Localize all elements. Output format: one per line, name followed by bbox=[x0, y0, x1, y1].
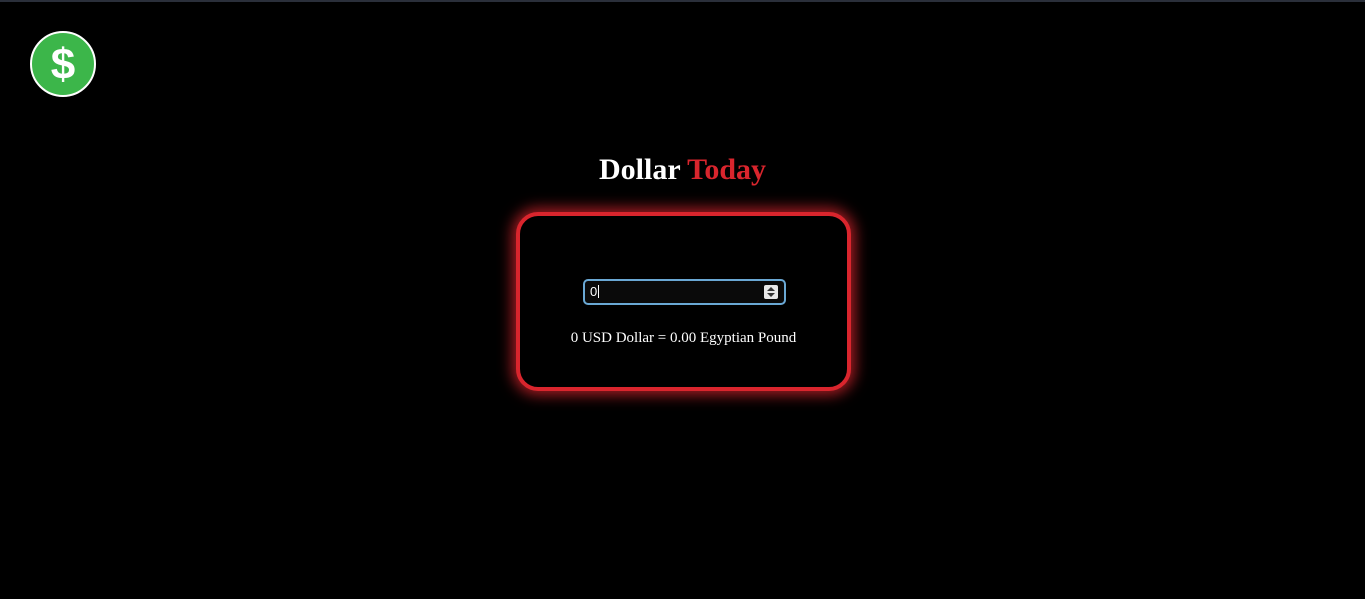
conversion-result: 0 USD Dollar = 0.00 Egyptian Pound bbox=[570, 330, 797, 346]
amount-input[interactable]: 0 bbox=[583, 279, 786, 305]
amount-value: 0 bbox=[590, 284, 600, 299]
title-accent: Today bbox=[687, 153, 767, 186]
increment-arrow-icon[interactable] bbox=[767, 287, 775, 291]
title-main: Dollar bbox=[598, 153, 681, 186]
page-title: Dollar Today bbox=[0, 153, 1365, 187]
text-caret bbox=[598, 285, 600, 298]
top-border bbox=[0, 0, 1365, 2]
logo: $ bbox=[30, 31, 96, 97]
converter-card: 0 0 USD Dollar = 0.00 Egyptian Pound bbox=[516, 212, 851, 391]
svg-text:$: $ bbox=[51, 42, 75, 86]
number-spinner[interactable] bbox=[764, 285, 778, 299]
decrement-arrow-icon[interactable] bbox=[767, 293, 775, 297]
dollar-icon: $ bbox=[46, 42, 80, 86]
